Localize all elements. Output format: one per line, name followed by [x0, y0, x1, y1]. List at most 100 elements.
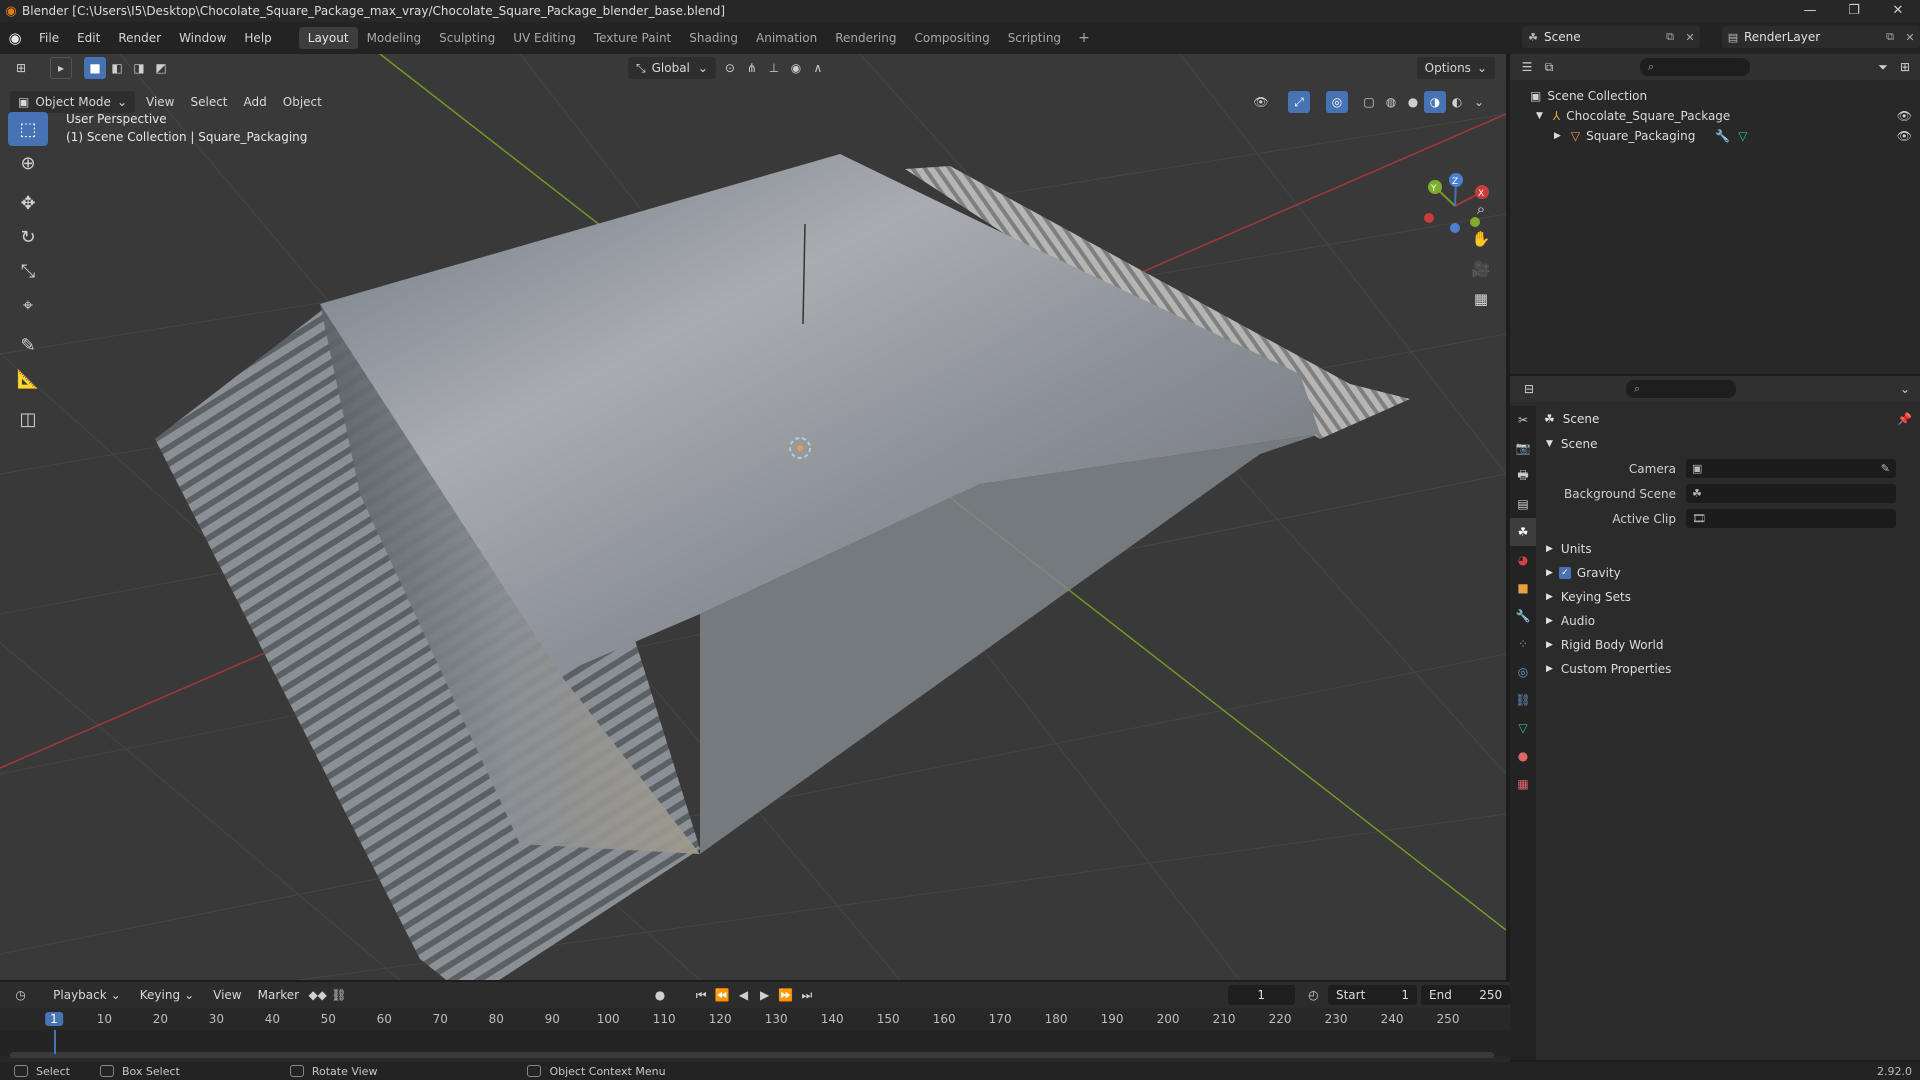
object-tab-icon[interactable]: ■: [1510, 574, 1536, 602]
rotate-tool-icon[interactable]: ↻: [8, 220, 48, 254]
falloff-icon[interactable]: ∧: [807, 57, 829, 79]
scene-selector[interactable]: ☘ Scene ⧉ ✕: [1522, 26, 1700, 48]
menu-edit[interactable]: Edit: [68, 22, 109, 54]
eyedropper-icon[interactable]: ✎: [1881, 462, 1890, 475]
select-mode-new-icon[interactable]: ■: [84, 57, 106, 79]
new-collection-icon[interactable]: ⊞: [1894, 56, 1916, 78]
pan-hand-icon[interactable]: ✋: [1466, 224, 1496, 254]
output-tab-icon[interactable]: 🖶: [1510, 462, 1536, 490]
shading-options-icon[interactable]: ⌄: [1468, 91, 1490, 113]
scale-tool-icon[interactable]: ⤡: [8, 254, 48, 288]
tab-layout[interactable]: Layout: [298, 27, 358, 49]
timeline-scrollbar[interactable]: [10, 1052, 1494, 1058]
move-tool-icon[interactable]: ✥: [8, 186, 48, 220]
particles-tab-icon[interactable]: ⁘: [1510, 630, 1536, 658]
pin-icon[interactable]: 📌: [1897, 412, 1912, 426]
audio-panel-header[interactable]: ▶ Audio: [1536, 609, 1920, 633]
overlay-toggle-icon[interactable]: ◎: [1326, 91, 1348, 113]
new-layer-icon[interactable]: ⧉: [1880, 30, 1900, 44]
select-mode-intersect-icon[interactable]: ◩: [150, 57, 172, 79]
zoom-icon[interactable]: ⌕: [1466, 194, 1496, 224]
keying-set-icon[interactable]: ⛓: [328, 984, 349, 1006]
tab-rendering[interactable]: Rendering: [826, 27, 905, 49]
keying-menu[interactable]: Keying ⌄: [132, 984, 202, 1006]
scene-tab-icon[interactable]: ☘: [1510, 518, 1536, 546]
close-window-button[interactable]: ✕: [1876, 0, 1920, 22]
outliner-search-input[interactable]: ⌕: [1640, 58, 1750, 76]
view-layer-tab-icon[interactable]: ▤: [1510, 490, 1536, 518]
viewport-menu-select[interactable]: Select: [182, 95, 235, 109]
editor-type-icon[interactable]: ⊞: [10, 57, 32, 79]
modifier-wrench-icon[interactable]: 🔧: [1715, 129, 1730, 143]
xray-toggle-icon[interactable]: ▢: [1358, 91, 1380, 113]
menu-help[interactable]: Help: [235, 22, 280, 54]
measure-tool-icon[interactable]: 📐: [8, 362, 48, 396]
snap-icon[interactable]: ⋔: [741, 57, 763, 79]
proportional-edit-icon[interactable]: ◉: [785, 57, 807, 79]
jump-start-icon[interactable]: ⏮: [691, 984, 712, 1006]
new-scene-icon[interactable]: ⧉: [1660, 30, 1680, 44]
tab-uv-editing[interactable]: UV Editing: [504, 27, 585, 49]
material-shading-icon[interactable]: ◑: [1424, 91, 1446, 113]
view-layer-selector[interactable]: ▤ RenderLayer ⧉ ✕: [1722, 26, 1920, 48]
camera-view-icon[interactable]: 🎥: [1466, 254, 1496, 284]
select-tool-icon[interactable]: ▸: [50, 57, 72, 79]
rendered-shading-icon[interactable]: ◐: [1446, 91, 1468, 113]
transform-orientation-dropdown[interactable]: ⤡ Global ⌄: [628, 57, 716, 79]
tab-scripting[interactable]: Scripting: [999, 27, 1070, 49]
ortho-grid-icon[interactable]: ▦: [1466, 284, 1496, 314]
blender-menu-icon[interactable]: ◉: [0, 22, 30, 54]
collapse-arrow-icon[interactable]: ▶: [1554, 131, 1561, 141]
transform-tool-icon[interactable]: ⌖: [8, 288, 48, 322]
prev-keyframe-icon[interactable]: ⏪: [712, 984, 733, 1006]
outliner-editor-type-icon[interactable]: ☰: [1516, 56, 1538, 78]
timeline-menu-view[interactable]: View: [205, 988, 249, 1002]
active-clip-field[interactable]: 🎞: [1686, 509, 1896, 528]
properties-options-icon[interactable]: ⌄: [1894, 378, 1916, 400]
add-cube-tool-icon[interactable]: ◫: [8, 402, 48, 436]
tab-compositing[interactable]: Compositing: [905, 27, 998, 49]
gizmo-toggle-icon[interactable]: ⤢: [1288, 91, 1310, 113]
menu-render[interactable]: Render: [109, 22, 170, 54]
viewport-menu-object[interactable]: Object: [275, 95, 330, 109]
render-tab-icon[interactable]: 📷: [1510, 434, 1536, 462]
3d-viewport[interactable]: X Y Z: [0, 54, 1506, 980]
select-mode-subtract-icon[interactable]: ◨: [128, 57, 150, 79]
gravity-checkbox[interactable]: ✓: [1558, 567, 1571, 579]
modifier-tab-icon[interactable]: 🔧: [1510, 602, 1536, 630]
scene-panel-header[interactable]: ▼ Scene: [1536, 432, 1920, 456]
tab-animation[interactable]: Animation: [747, 27, 826, 49]
cursor-tool-icon[interactable]: ⊕: [8, 146, 48, 180]
viewport-menu-view[interactable]: View: [138, 95, 182, 109]
pivot-point-icon[interactable]: ⊙: [719, 57, 741, 79]
tab-modeling[interactable]: Modeling: [358, 27, 431, 49]
gravity-panel-header[interactable]: ▶ ✓ Gravity: [1536, 561, 1920, 585]
tab-shading[interactable]: Shading: [680, 27, 747, 49]
timeline-ruler[interactable]: 1 10 20 30 40 50 60 70 80 90 100 110 120 130 140 150 160…: [0, 1010, 1510, 1030]
background-scene-field[interactable]: ☘: [1686, 484, 1896, 503]
physics-tab-icon[interactable]: ◎: [1510, 658, 1536, 686]
add-workspace-button[interactable]: +: [1070, 30, 1098, 46]
maximize-button[interactable]: ❐: [1832, 0, 1876, 22]
expand-arrow-icon[interactable]: ▼: [1536, 111, 1543, 121]
playback-menu[interactable]: Playback ⌄: [45, 984, 129, 1006]
end-frame-field[interactable]: End 250: [1421, 985, 1511, 1005]
properties-editor-type-icon[interactable]: ⊟: [1518, 378, 1540, 400]
jump-end-icon[interactable]: ⏭: [796, 984, 817, 1006]
rigid-body-world-panel-header[interactable]: ▶ Rigid Body World: [1536, 633, 1920, 657]
snap-target-icon[interactable]: ⊥: [763, 57, 785, 79]
keying-sets-panel-header[interactable]: ▶ Keying Sets: [1536, 585, 1920, 609]
timeline-editor-type-icon[interactable]: ◷: [10, 984, 31, 1006]
visibility-eye-icon[interactable]: 👁: [1897, 109, 1912, 123]
visibility-eye-icon[interactable]: 👁: [1897, 129, 1912, 143]
constraints-tab-icon[interactable]: ⛓: [1510, 686, 1536, 714]
filter-icon[interactable]: ⏷: [1872, 56, 1894, 78]
select-mode-extend-icon[interactable]: ◧: [106, 57, 128, 79]
tool-tab-icon[interactable]: ✂: [1510, 406, 1536, 434]
options-button[interactable]: Options ⌄: [1416, 57, 1495, 79]
visibility-icon[interactable]: 👁: [1250, 91, 1272, 113]
record-icon[interactable]: ●: [649, 984, 670, 1006]
menu-window[interactable]: Window: [170, 22, 235, 54]
outliner-display-mode-icon[interactable]: ⧉: [1538, 56, 1560, 78]
delete-layer-icon[interactable]: ✕: [1900, 31, 1920, 44]
